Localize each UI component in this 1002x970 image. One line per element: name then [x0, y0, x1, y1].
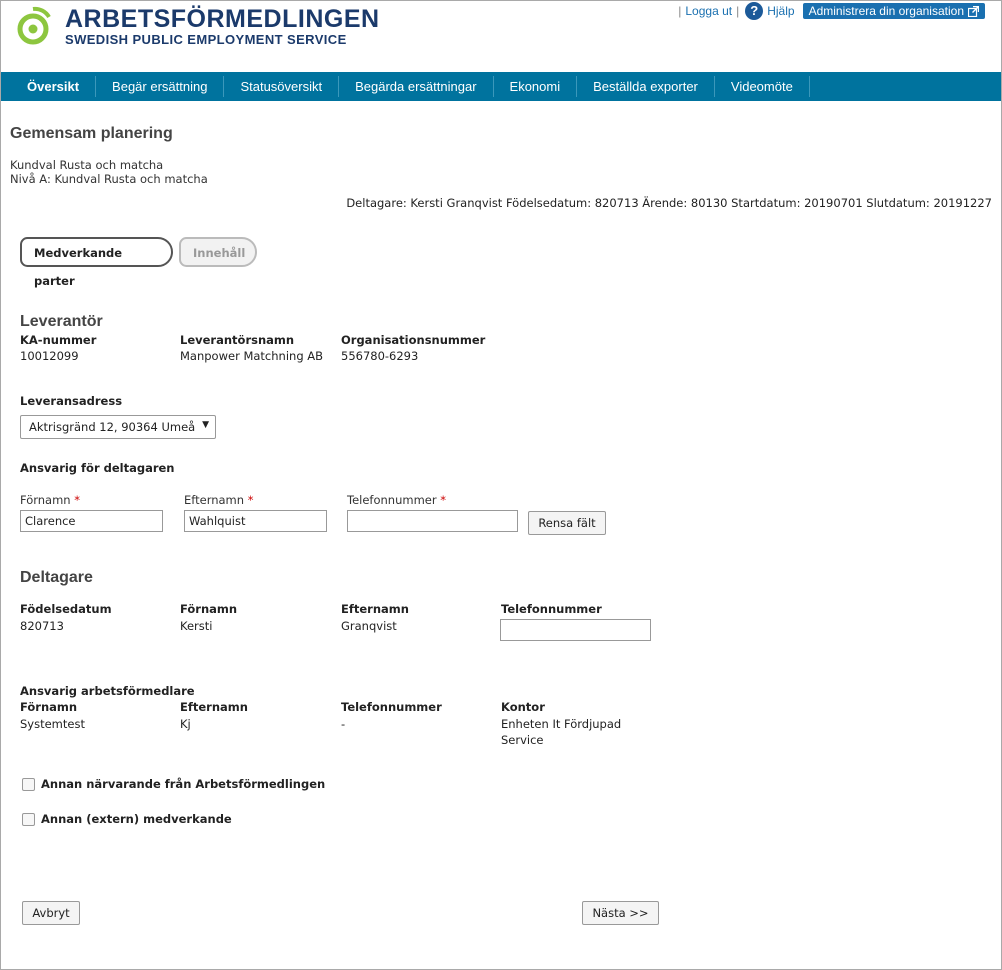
- responsible-phone-label: Telefonnummer *: [347, 493, 446, 507]
- participant-birth-value: 820713: [20, 619, 64, 633]
- page-title: Gemensam planering: [10, 125, 173, 142]
- top-links: | Logga ut | ? Hjälp Administrera din or…: [674, 2, 985, 20]
- external-link-icon: [968, 5, 979, 17]
- label-text: Efternamn: [184, 493, 245, 507]
- label-text: Telefonnummer: [347, 493, 437, 507]
- required-marker: *: [247, 493, 254, 507]
- section-deltagare-title: Deltagare: [20, 569, 93, 586]
- other-external-label: Annan (extern) medverkande: [41, 812, 232, 826]
- supplier-name-label: Leverantörsnamn: [180, 333, 295, 347]
- delivery-address-select[interactable]: Aktrisgränd 12, 90364 Umeå ▼: [20, 415, 216, 439]
- brand-name: ARBETSFÖRMEDLINGEN: [65, 5, 380, 33]
- delivery-address-value: Aktrisgränd 12, 90364 Umeå: [29, 420, 196, 434]
- officer-phone-label: Telefonnummer: [341, 700, 442, 714]
- officer-office-value-line1: Enheten It Fördjupad: [501, 717, 622, 731]
- step-medverkande-parter[interactable]: Medverkande parter: [20, 237, 173, 288]
- program-level: Nivå A: Kundval Rusta och matcha: [10, 172, 208, 186]
- other-external-checkbox[interactable]: [22, 812, 35, 826]
- main-nav: Översikt Begär ersättning Statusöversikt…: [1, 72, 1001, 101]
- participant-first-name-label: Förnamn: [180, 602, 238, 616]
- responsible-last-name-input[interactable]: Wahlquist: [184, 510, 327, 532]
- other-af-present-label: Annan närvarande från Arbetsförmedlingen: [41, 777, 326, 791]
- next-button[interactable]: Nästa >>: [582, 901, 659, 925]
- help-link[interactable]: Hjälp: [767, 4, 794, 18]
- participant-phone-input[interactable]: [500, 619, 651, 641]
- brand-subtitle: SWEDISH PUBLIC EMPLOYMENT SERVICE: [65, 32, 347, 47]
- nav-item-begarda-ersattningar[interactable]: Begärda ersättningar: [339, 76, 494, 97]
- help-icon[interactable]: ?: [745, 2, 764, 20]
- required-marker: *: [440, 493, 446, 507]
- responsible-last-name-label: Efternamn *: [184, 493, 253, 507]
- other-af-present-option[interactable]: Annan närvarande från Arbetsförmedlingen: [22, 777, 325, 791]
- nav-item-oversikt[interactable]: Översikt: [11, 76, 97, 97]
- officer-office-value-line2: Service: [501, 733, 544, 747]
- supplier-name-value: Manpower Matchning AB: [180, 349, 324, 363]
- label-text: Förnamn: [20, 493, 71, 507]
- officer-last-name-label: Efternamn: [180, 700, 248, 714]
- responsible-first-name-label: Förnamn *: [20, 493, 80, 507]
- required-marker: *: [74, 493, 80, 507]
- dropdown-arrow-icon: ▼: [202, 420, 209, 430]
- step-innehall[interactable]: Innehåll: [179, 237, 257, 267]
- admin-org-label: Administrera din organisation: [808, 4, 964, 18]
- officer-last-name-value: Kj: [180, 717, 191, 731]
- nav-item-bestallda-exporter[interactable]: Beställda exporter: [577, 76, 715, 97]
- officer-first-name-value: Systemtest: [20, 717, 85, 731]
- cancel-button[interactable]: Avbryt: [22, 901, 80, 925]
- participant-first-name-value: Kersti: [180, 619, 213, 633]
- responsible-title: Ansvarig för deltagaren: [20, 461, 175, 475]
- responsible-first-name-input[interactable]: Clarence: [20, 510, 163, 532]
- participant-last-name-label: Efternamn: [341, 602, 409, 616]
- logo-icon: [17, 6, 51, 45]
- participant-summary: Deltagare: Kersti Granqvist Födelsedatum…: [346, 196, 992, 210]
- other-external-option[interactable]: Annan (extern) medverkande: [22, 812, 232, 826]
- officer-title: Ansvarig arbetsförmedlare: [20, 684, 195, 698]
- nav-item-videomote[interactable]: Videomöte: [715, 76, 810, 97]
- separator: |: [736, 4, 740, 18]
- nav-item-ekonomi[interactable]: Ekonomi: [494, 76, 578, 97]
- logout-link[interactable]: Logga ut: [685, 4, 732, 18]
- nav-item-begar-ersattning[interactable]: Begär ersättning: [96, 76, 225, 97]
- section-leverantor-title: Leverantör: [20, 313, 103, 330]
- participant-birth-label: Födelsedatum: [20, 602, 112, 616]
- participant-last-name-value: Granqvist: [341, 619, 397, 633]
- responsible-phone-input[interactable]: [347, 510, 518, 532]
- org-number-value: 556780-6293: [341, 349, 419, 363]
- participant-phone-label: Telefonnummer: [501, 602, 602, 616]
- other-af-present-checkbox[interactable]: [22, 777, 35, 791]
- program-name: Kundval Rusta och matcha: [10, 158, 164, 172]
- delivery-address-label: Leveransadress: [20, 394, 123, 408]
- nav-item-statusoversikt[interactable]: Statusöversikt: [224, 76, 340, 97]
- ka-number-label: KA-nummer: [20, 333, 97, 347]
- officer-phone-value: -: [341, 717, 346, 731]
- officer-first-name-label: Förnamn: [20, 700, 78, 714]
- org-number-label: Organisationsnummer: [341, 333, 486, 347]
- officer-office-label: Kontor: [501, 700, 545, 714]
- clear-fields-button[interactable]: Rensa fält: [528, 511, 606, 535]
- separator: |: [678, 4, 682, 18]
- ka-number-value: 10012099: [20, 349, 79, 363]
- admin-org-button[interactable]: Administrera din organisation: [802, 3, 985, 19]
